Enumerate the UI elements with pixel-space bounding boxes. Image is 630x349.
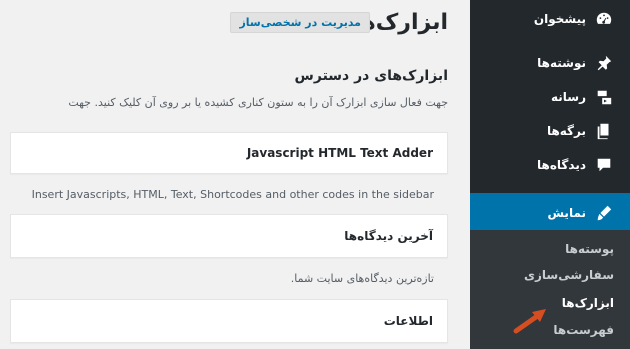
submenu-item-customize[interactable]: سفارشی‌سازی (470, 268, 630, 282)
menu-item-label: نوشته‌ها (537, 56, 586, 70)
menu-item-label: پیشخوان (533, 12, 586, 26)
widget-javascript-html-text-adder[interactable]: Javascript HTML Text Adder (10, 132, 448, 174)
pointer-arrow-icon (513, 309, 546, 334)
menu-item-appearance[interactable]: نمایش (461, 193, 630, 233)
menu-item-posts[interactable]: نوشته‌ها (470, 46, 630, 80)
appearance-icon (594, 203, 614, 223)
widget-title: Javascript HTML Text Adder (246, 146, 433, 160)
manage-in-customizer-button[interactable]: مدیریت در شخصی‌ساز (230, 12, 370, 33)
main-content: ابزارک‌ها مدیریت در شخصی‌ساز ابزارک‌های … (0, 0, 470, 349)
widget-recent-comments[interactable]: آخرین دیدگاه‌ها (10, 214, 448, 258)
menu-item-dashboard[interactable]: پیشخوان (470, 2, 630, 36)
menu-item-label: رسانه (551, 90, 586, 104)
available-widgets-title: ابزارک‌های در دسترس (294, 68, 448, 84)
widget-description: تازه‌ترین دیدگاه‌های سایت شما. (290, 272, 434, 285)
menu-item-label: برگه‌ها (546, 124, 586, 138)
dashboard-icon (594, 9, 614, 29)
menu-item-media[interactable]: رسانه (470, 80, 630, 114)
widget-description: Insert Javascripts, HTML, Text, Shortcod… (31, 188, 434, 201)
pages-icon (594, 121, 614, 141)
widget-title: اطلاعات (383, 314, 433, 328)
available-widgets-description: جهت فعال سازی ابزارک آن را به ستون کناری… (68, 96, 448, 109)
menu-item-pages[interactable]: برگه‌ها (470, 114, 630, 148)
menu-item-label: نمایش (547, 206, 586, 220)
admin-sidebar: پیشخوان نوشته‌ها رسانه برگه‌ها دیدگاه‌ها… (461, 0, 630, 349)
widget-meta[interactable]: اطلاعات (10, 299, 448, 343)
menu-item-label: دیدگاه‌ها (537, 158, 586, 172)
submenu-item-themes[interactable]: پوسته‌ها (470, 242, 630, 256)
media-icon (594, 87, 614, 107)
pin-icon (594, 53, 614, 73)
widget-title: آخرین دیدگاه‌ها (344, 229, 433, 243)
active-menu-indicator (461, 202, 470, 224)
comment-icon (594, 155, 614, 175)
menu-item-comments[interactable]: دیدگاه‌ها (470, 148, 630, 182)
